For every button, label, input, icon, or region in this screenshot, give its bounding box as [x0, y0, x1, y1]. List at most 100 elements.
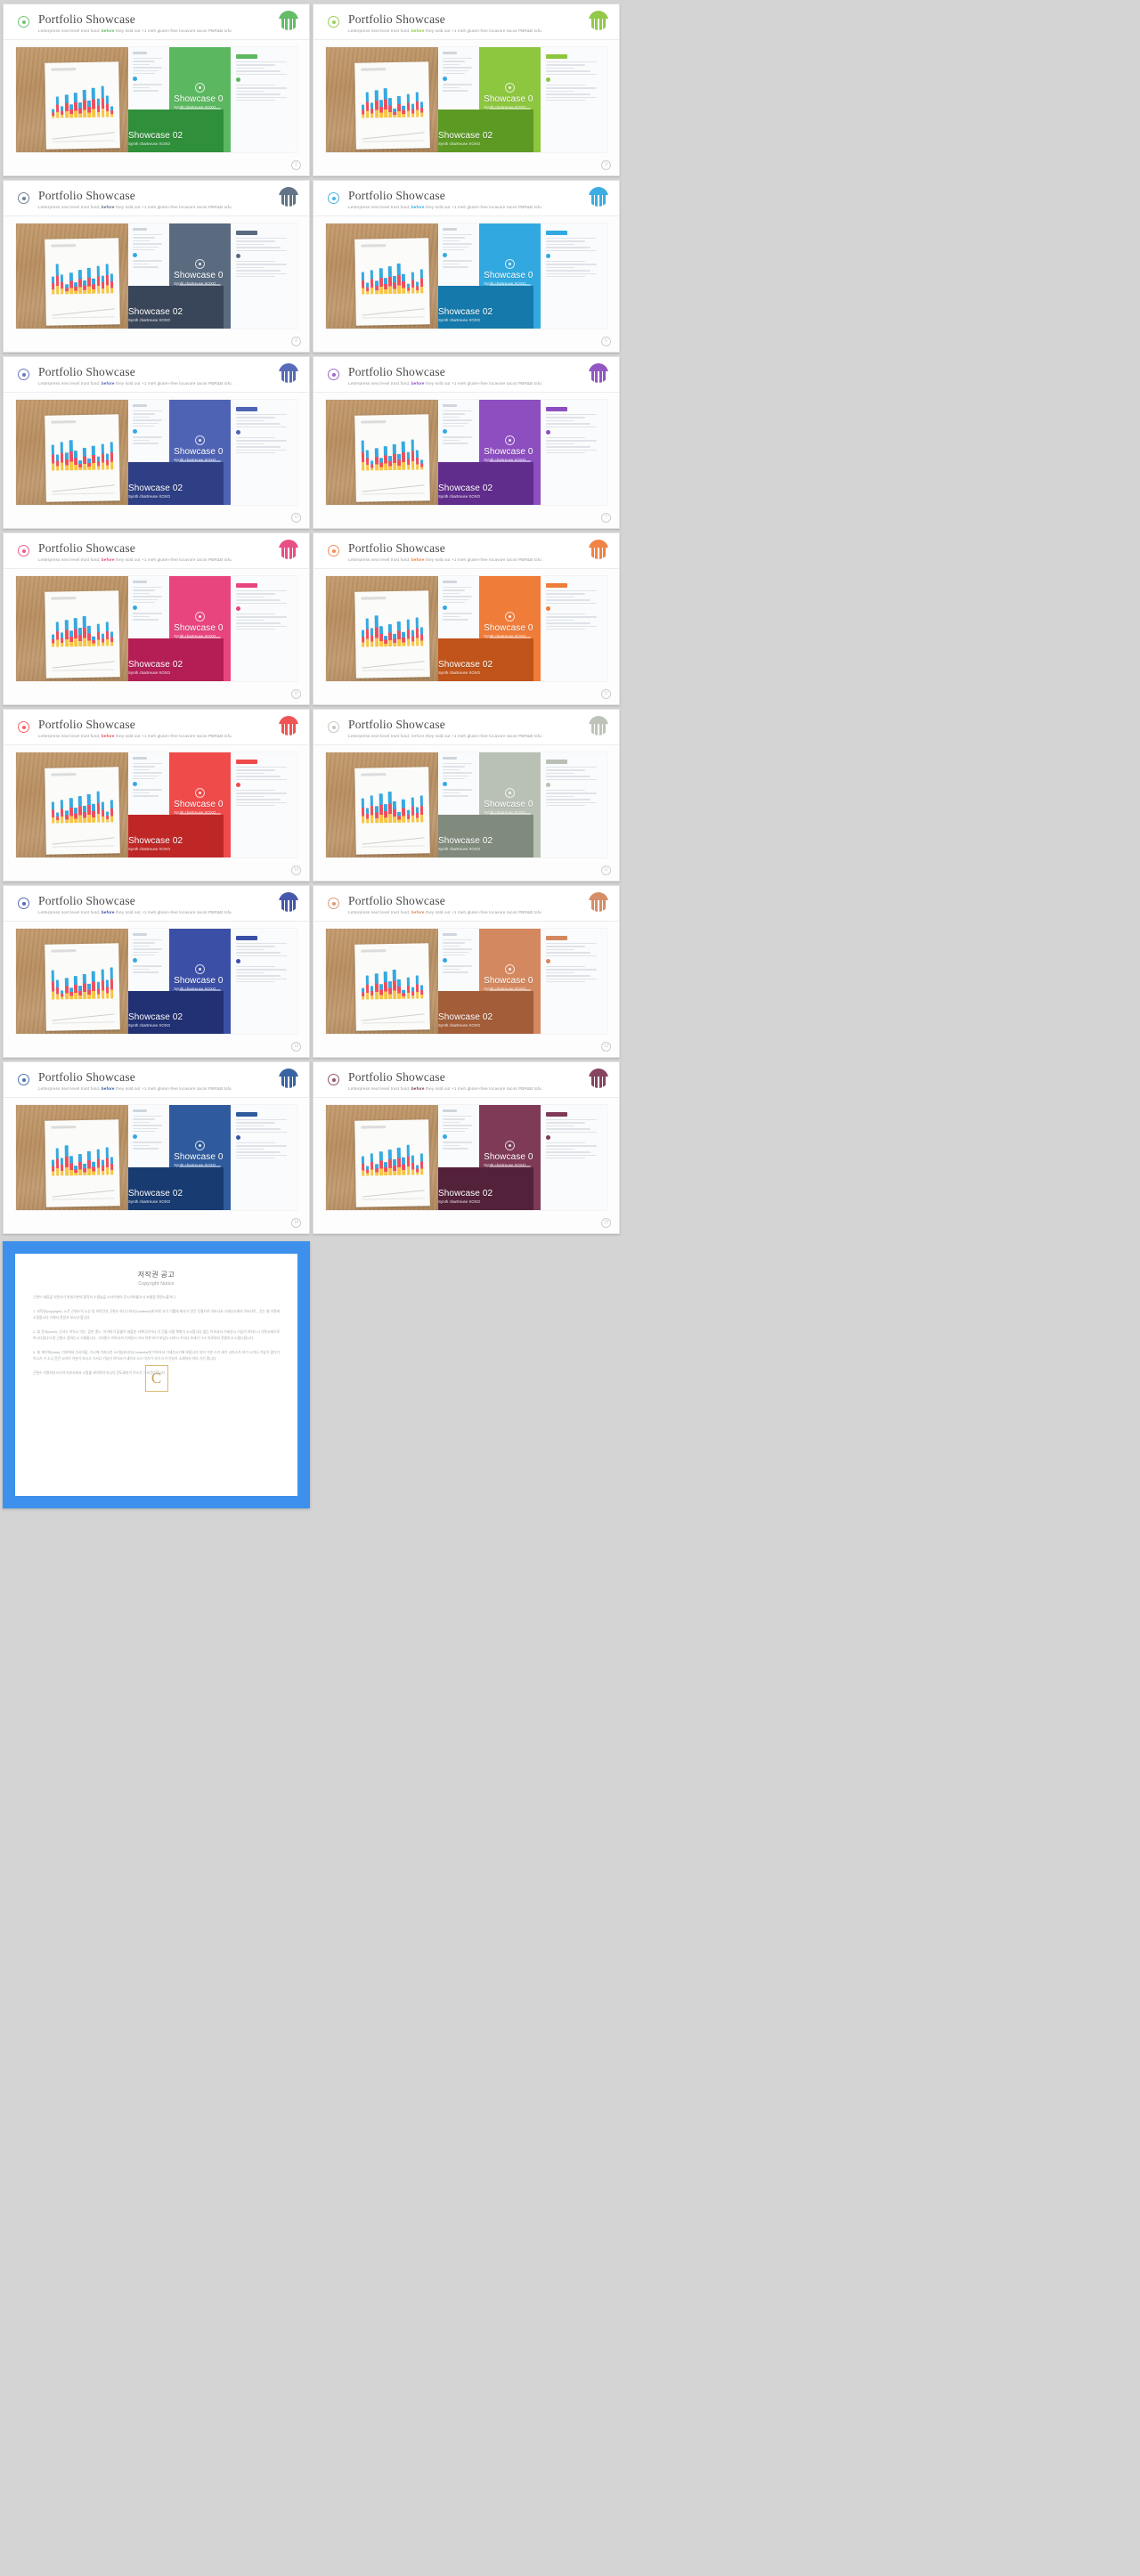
slide-card[interactable]: Portfolio Showcase Letterpress next leve…: [313, 709, 620, 882]
thumbnail-report[interactable]: [232, 223, 296, 329]
thumbnail-photo-chart[interactable]: [16, 576, 128, 681]
slide-card[interactable]: Portfolio Showcase Letterpress next leve…: [3, 1061, 310, 1234]
showcase-top-label: Showcase 0 Synth chartreuse XOXO: [484, 976, 533, 992]
showcase-top-label: Showcase 0 Synth chartreuse XOXO: [484, 623, 533, 639]
slide-title-block: Portfolio Showcase Letterpress next leve…: [38, 12, 232, 35]
copyright-clause-1: 1. 저작권(copyright): 노든 근현스의 소눈 및 저작건산 근현스…: [33, 1310, 280, 1320]
target-circle-icon: [505, 964, 516, 975]
thumbnail-report[interactable]: [232, 47, 296, 152]
target-circle-icon: [505, 435, 516, 446]
slide-subtitle: Letterpress next level trust fund, befor…: [348, 910, 543, 914]
slide-number-badge: 12: [291, 1042, 301, 1052]
slide-title-block: Portfolio Showcase Letterpress next leve…: [348, 365, 542, 387]
thumbnail-photo-chart[interactable]: [326, 752, 438, 857]
bank-columns-icon: [279, 363, 298, 383]
slide-title-block: Portfolio Showcase Letterpress next leve…: [348, 894, 542, 916]
slide-card[interactable]: Portfolio Showcase Letterpress next leve…: [3, 709, 310, 882]
thumbnail-photo-chart[interactable]: [326, 1105, 438, 1210]
showcase-bottom-label: Showcase 02 Synth chartreuse XOXO: [128, 307, 183, 323]
slide-number-badge: 7: [601, 513, 611, 523]
slide-card[interactable]: Portfolio Showcase Letterpress next leve…: [3, 4, 310, 176]
thumbnail-report[interactable]: [232, 400, 296, 505]
bank-columns-icon: [279, 540, 298, 559]
thumbnail-report[interactable]: [232, 929, 296, 1034]
slide-header: Portfolio Showcase Letterpress next leve…: [4, 181, 309, 216]
slide-number-badge: 9: [601, 689, 611, 699]
target-circle-icon: [505, 83, 516, 93]
slide-number-badge: 8: [291, 689, 301, 699]
slide-header: Portfolio Showcase Letterpress next leve…: [314, 181, 619, 216]
target-circle-icon: [18, 721, 29, 733]
gallery-page: Portfolio Showcase Letterpress next leve…: [0, 0, 1140, 2576]
target-circle-icon: [195, 1141, 206, 1151]
bank-columns-icon: [279, 187, 298, 207]
slide-card[interactable]: Portfolio Showcase Letterpress next leve…: [313, 356, 620, 529]
thumbnail-report[interactable]: [232, 752, 296, 857]
page-title: Portfolio Showcase: [38, 12, 135, 26]
showcase-bottom-label: Showcase 02 Synth chartreuse XOXO: [438, 660, 493, 676]
thumbnail-photo-chart[interactable]: [326, 47, 438, 152]
slide-subtitle: Letterpress next level trust fund, befor…: [348, 205, 543, 209]
slide-number-badge: 6: [291, 513, 301, 523]
slide-header: Portfolio Showcase Letterpress next leve…: [314, 1062, 619, 1098]
slide-title-block: Portfolio Showcase Letterpress next leve…: [38, 894, 232, 916]
thumbnail-report[interactable]: [542, 1105, 606, 1210]
thumbnail-report[interactable]: [542, 400, 606, 505]
slide-number-badge: 3: [601, 160, 611, 170]
page-title: Portfolio Showcase: [348, 12, 445, 26]
thumbnail-report[interactable]: [232, 1105, 296, 1210]
page-title: Portfolio Showcase: [38, 894, 135, 907]
showcase-top-label: Showcase 0 Synth chartreuse XOXO: [174, 447, 224, 463]
bank-columns-icon: [279, 892, 298, 912]
thumbnail-photo-chart[interactable]: [16, 929, 128, 1034]
bank-columns-icon: [279, 1069, 298, 1088]
copyright-clause-3: 3. 本 데이터(data): 기보에서 기시아값, 기시에 기저고건 소리능보…: [33, 1351, 280, 1361]
slide-subtitle: Letterpress next level trust fund, befor…: [348, 734, 543, 738]
bank-columns-icon: [589, 11, 608, 30]
thumbnail-report[interactable]: [542, 223, 606, 329]
thumbnail-photo-chart[interactable]: [326, 223, 438, 329]
showcase-bottom-label: Showcase 02 Synth chartreuse XOXO: [438, 484, 493, 500]
target-circle-icon: [505, 259, 516, 270]
page-title: Portfolio Showcase: [348, 365, 445, 378]
slide-number-badge: 5: [601, 337, 611, 346]
target-circle-icon: [195, 964, 206, 975]
slide-card[interactable]: Portfolio Showcase Letterpress next leve…: [3, 356, 310, 529]
bank-columns-icon: [589, 1069, 608, 1088]
slide-header: Portfolio Showcase Letterpress next leve…: [4, 710, 309, 745]
thumbnail-photo-chart[interactable]: [326, 576, 438, 681]
target-circle-icon: [18, 16, 29, 28]
showcase-top-label: Showcase 0 Synth chartreuse XOXO: [484, 1152, 533, 1168]
thumbnail-report[interactable]: [542, 47, 606, 152]
slide-card[interactable]: Portfolio Showcase Letterpress next leve…: [313, 4, 620, 176]
page-title: Portfolio Showcase: [38, 1070, 135, 1084]
bank-columns-icon: [589, 716, 608, 735]
showcase-top-label: Showcase 0 Synth chartreuse XOXO: [484, 447, 533, 463]
thumbnail-photo-chart[interactable]: [16, 752, 128, 857]
slide-subtitle: Letterpress next level trust fund, befor…: [38, 557, 233, 562]
thumbnail-report[interactable]: [542, 752, 606, 857]
slide-card[interactable]: Portfolio Showcase Letterpress next leve…: [313, 885, 620, 1058]
slide-card[interactable]: Portfolio Showcase Letterpress next leve…: [313, 1061, 620, 1234]
slide-card[interactable]: Portfolio Showcase Letterpress next leve…: [3, 885, 310, 1058]
slide-card[interactable]: Portfolio Showcase Letterpress next leve…: [3, 180, 310, 353]
slide-header: Portfolio Showcase Letterpress next leve…: [314, 4, 619, 40]
thumbnail-photo-chart[interactable]: [16, 1105, 128, 1210]
target-circle-icon: [195, 612, 206, 622]
thumbnail-report[interactable]: [542, 929, 606, 1034]
slide-card[interactable]: Portfolio Showcase Letterpress next leve…: [313, 532, 620, 705]
thumbnail-photo-chart[interactable]: [16, 47, 128, 152]
thumbnail-photo-chart[interactable]: [326, 400, 438, 505]
slide-card[interactable]: Portfolio Showcase Letterpress next leve…: [313, 180, 620, 353]
slide-subtitle: Letterpress next level trust fund, befor…: [38, 1086, 233, 1091]
bank-columns-icon: [279, 716, 298, 735]
thumbnail-report[interactable]: [542, 576, 606, 681]
slide-header: Portfolio Showcase Letterpress next leve…: [4, 4, 309, 40]
thumbnail-photo-chart[interactable]: [326, 929, 438, 1034]
slide-number-badge: 15: [601, 1218, 611, 1228]
thumbnail-report[interactable]: [232, 576, 296, 681]
thumbnail-photo-chart[interactable]: [16, 400, 128, 505]
thumbnail-photo-chart[interactable]: [16, 223, 128, 329]
slide-subtitle: Letterpress next level trust fund, befor…: [348, 28, 543, 33]
slide-card[interactable]: Portfolio Showcase Letterpress next leve…: [3, 532, 310, 705]
